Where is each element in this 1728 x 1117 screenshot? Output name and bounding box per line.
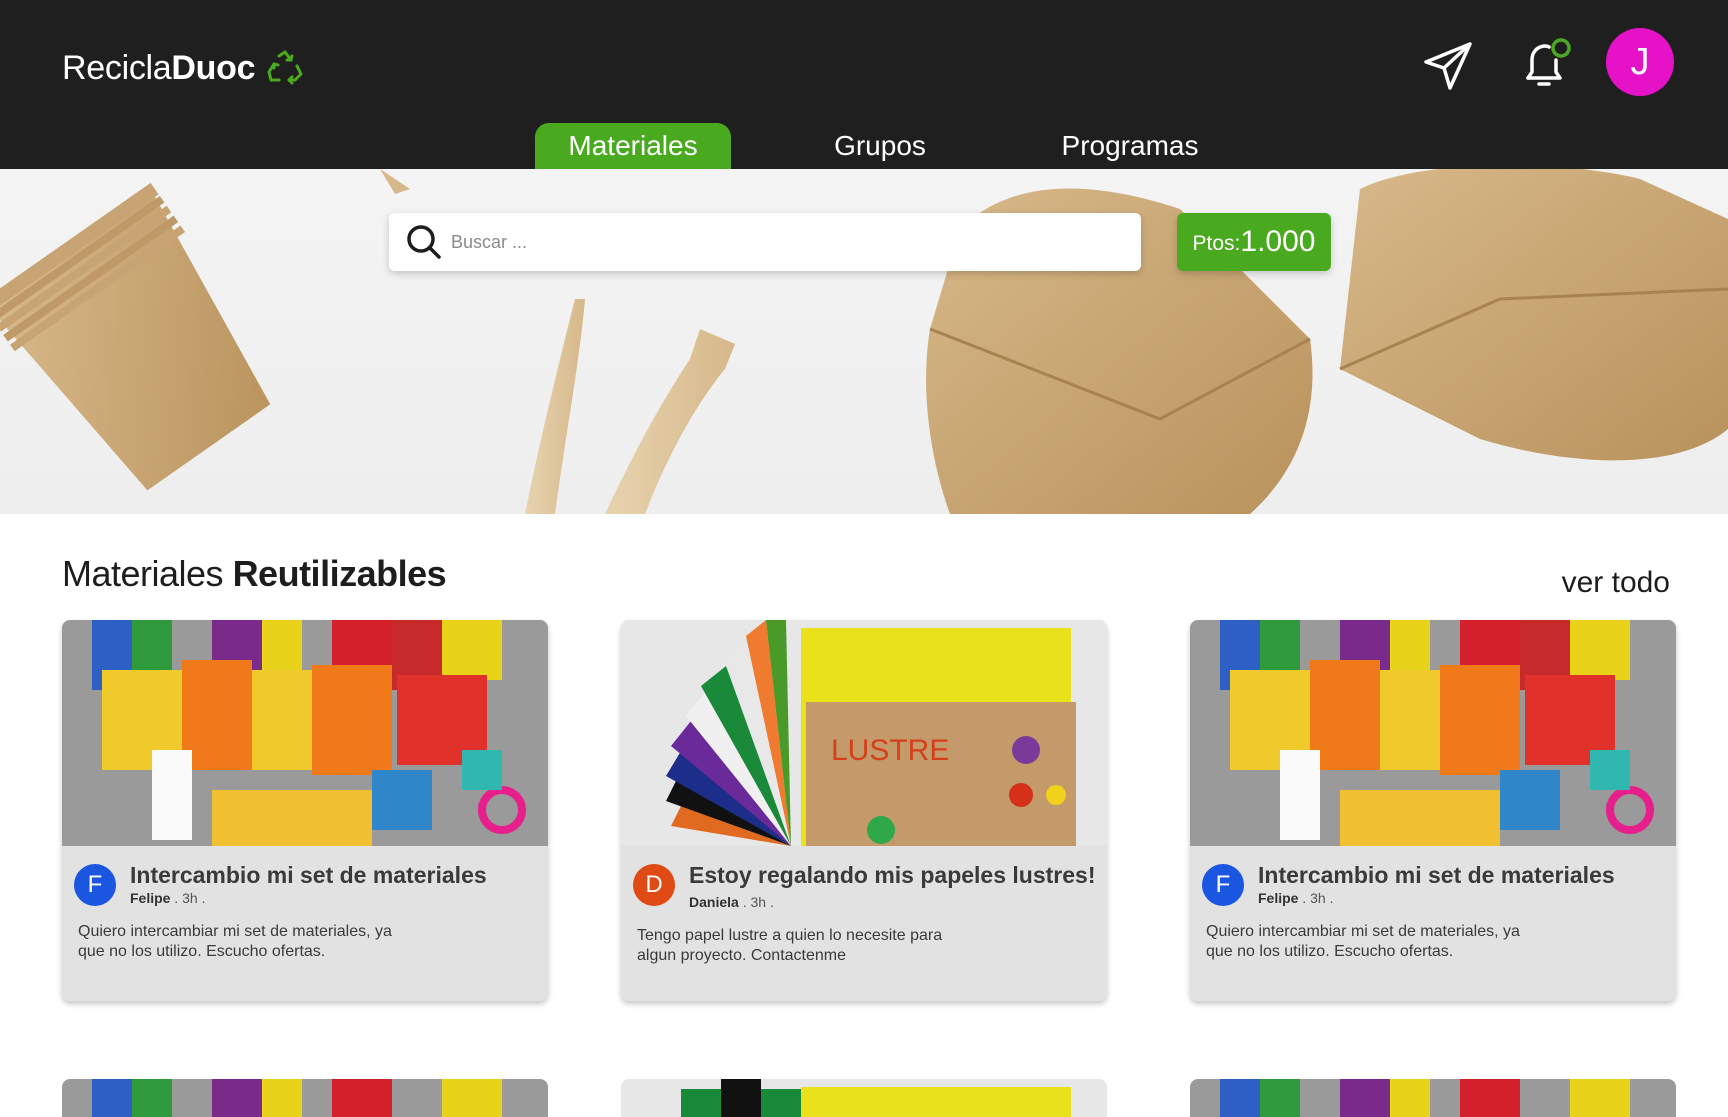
card-title: Intercambio mi set de materiales xyxy=(1258,862,1615,888)
card-title: Intercambio mi set de materiales xyxy=(130,862,487,888)
card-body: Tengo papel lustre a quien lo necesite p… xyxy=(637,927,943,964)
card-meta: Felipe . 3h . xyxy=(130,890,206,906)
tab-programas[interactable]: Programas xyxy=(1040,123,1220,169)
tab-grupos[interactable]: Grupos xyxy=(800,123,960,169)
search-bar[interactable] xyxy=(389,213,1141,271)
material-card[interactable]: F Intercambio mi set de materiales Felip… xyxy=(1190,620,1676,1001)
card-meta: Daniela . 3h . xyxy=(689,894,774,910)
user-avatar[interactable]: J xyxy=(1606,28,1674,96)
material-card[interactable]: F Intercambio mi set de materiales Felip… xyxy=(62,620,548,1001)
material-card[interactable]: LUSTRE D Estoy regalando mis papeles lus… xyxy=(621,620,1107,1001)
lustre-paper-image: LUSTRE xyxy=(621,620,1107,846)
card-body: Quiero intercambiar mi set de materiales… xyxy=(1206,923,1520,960)
author-avatar: F xyxy=(74,864,116,906)
card-title: Estoy regalando mis papeles lustres! xyxy=(689,862,1096,888)
author-avatar: F xyxy=(1202,864,1244,906)
tab-materiales[interactable]: Materiales xyxy=(535,123,731,169)
card-meta: Felipe . 3h . xyxy=(1258,890,1334,906)
points-badge: Ptos: 1.000 xyxy=(1177,213,1331,271)
send-icon[interactable] xyxy=(1422,40,1474,92)
section-title: Materiales Reutilizables xyxy=(62,553,447,594)
main-tabs: Materiales Grupos Programas xyxy=(0,123,1728,169)
card-body: Quiero intercambiar mi set de materiales… xyxy=(78,923,392,960)
material-card-next[interactable] xyxy=(1190,1079,1676,1117)
points-label: Ptos: xyxy=(1192,232,1241,255)
logo-light-text: Recicla xyxy=(62,48,172,87)
logo-bold-text: Duoc xyxy=(171,48,256,87)
bell-icon[interactable] xyxy=(1518,36,1574,92)
material-card-next[interactable] xyxy=(62,1079,548,1117)
material-card-next[interactable] xyxy=(621,1079,1107,1117)
search-icon xyxy=(407,225,441,259)
search-input[interactable] xyxy=(451,231,1111,253)
svg-text:LUSTRE: LUSTRE xyxy=(831,734,949,767)
points-value: 1.000 xyxy=(1240,225,1316,258)
school-supplies-image xyxy=(1190,620,1676,846)
see-all-link[interactable]: ver todo xyxy=(1562,566,1670,600)
school-supplies-image xyxy=(62,620,548,846)
top-navbar: ReciclaDuoc J Materiales Grupos Programa… xyxy=(0,0,1728,169)
author-avatar: D xyxy=(633,864,675,906)
recycle-icon xyxy=(267,50,303,85)
app-logo[interactable]: ReciclaDuoc xyxy=(62,48,305,88)
